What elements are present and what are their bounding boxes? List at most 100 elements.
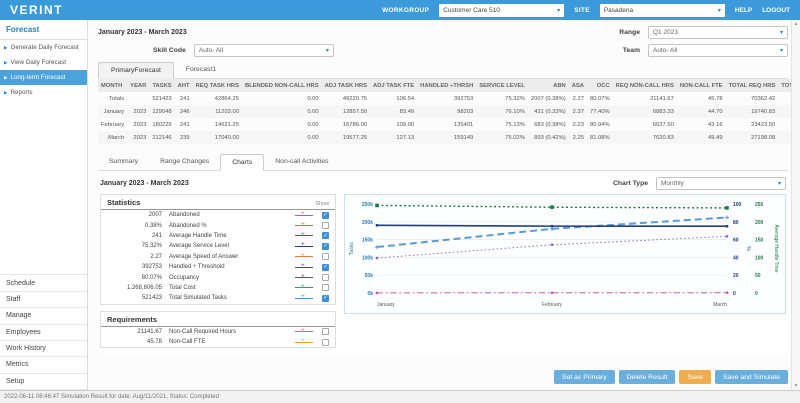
tab-charts[interactable]: Charts xyxy=(220,154,264,171)
column-header-year: YEAR xyxy=(127,79,149,92)
stat-row-non-call-fte: 45.78Non-Call FTE+ xyxy=(101,337,335,347)
show-checkbox-non-call-fte[interactable] xyxy=(322,339,329,346)
site-select[interactable]: Pasadena ▾ xyxy=(600,4,725,17)
table-cell: 241 xyxy=(175,92,193,105)
logout-link[interactable]: LOGOUT xyxy=(762,7,790,14)
tab-summary[interactable]: Summary xyxy=(98,154,149,170)
range-select[interactable]: Q1 2023 ▾ xyxy=(648,26,788,39)
sidebar-item-metrics[interactable]: Metrics xyxy=(0,357,87,373)
tab-primaryforecast[interactable]: PrimaryForecast xyxy=(98,62,174,79)
sidebar-item-reports[interactable]: ▶Reports xyxy=(0,85,87,100)
sidebar-item-view-daily-forecast[interactable]: ▶View Daily Forecast xyxy=(0,55,87,70)
scroll-down-icon[interactable]: ▼ xyxy=(794,383,799,389)
sidebar-item-employees[interactable]: Employees xyxy=(0,325,87,341)
button-delete-result[interactable]: Delete Result xyxy=(619,370,676,384)
table-cell: 23423.50 xyxy=(726,118,779,131)
chevron-right-icon: ▶ xyxy=(4,90,7,96)
workgroup-select[interactable]: Customer Care 510 ▾ xyxy=(439,4,564,17)
table-cell: 893 (0.42%) xyxy=(528,131,569,144)
show-checkbox-average-service-level[interactable]: ✓ xyxy=(322,243,329,250)
table-cell: 431 (0.33%) xyxy=(528,105,569,118)
sidebar-item-setup[interactable]: Setup xyxy=(0,374,87,390)
table-cell: 80.07% xyxy=(587,92,613,105)
stat-row-average-speed-of-answer: 2.27Average Speed of Answer+ xyxy=(101,252,335,262)
button-set-as-primary[interactable]: Set as Primary xyxy=(554,370,615,384)
forecast-table: MONTHYEARTASKSAHTREQ TASK HRSBLENDED NON… xyxy=(98,79,800,144)
sidebar-item-generate-daily-forecast[interactable]: ▶Generate Daily Forecast xyxy=(0,40,87,55)
table-cell: January xyxy=(98,105,127,118)
show-checkbox-total-cost[interactable] xyxy=(322,284,329,291)
show-checkbox-average-speed-of-answer[interactable] xyxy=(322,253,329,260)
chevron-right-icon: ▶ xyxy=(4,75,7,81)
team-select[interactable]: Auto- All ▾ xyxy=(648,44,788,57)
table-cell: 129048 xyxy=(149,105,174,118)
show-checkbox-average-handle-time[interactable]: ✓ xyxy=(322,232,329,239)
forecast-tabs: PrimaryForecastForecast1 xyxy=(98,62,788,79)
sidebar-item-staff[interactable]: Staff xyxy=(0,292,87,308)
tab-range-changes[interactable]: Range Changes xyxy=(149,154,220,170)
caret-down-icon: ▾ xyxy=(326,47,329,54)
show-column-label: Show xyxy=(315,201,329,207)
stat-label: Non-Call Required Hours xyxy=(169,329,295,335)
stat-label: Occupancy xyxy=(169,275,295,281)
table-cell: 2023 xyxy=(127,131,149,144)
table-cell: 0.00 xyxy=(242,131,322,144)
sidebar-item-manage[interactable]: Manage xyxy=(0,308,87,324)
chart-panel: 0k50k100k150k200k250k0204060801000501001… xyxy=(344,194,786,314)
table-cell: 76.10% xyxy=(476,105,528,118)
show-checkbox-abandoned[interactable] xyxy=(322,222,329,229)
tab-forecast1[interactable]: Forecast1 xyxy=(174,62,228,78)
table-cell: 180229 xyxy=(149,118,174,131)
table-cell: 42864.25 xyxy=(193,92,242,105)
stat-row-abandoned: 2007Abandoned+✓ xyxy=(101,210,335,220)
column-header-aht: AHT xyxy=(175,79,193,92)
show-checkbox-occupancy[interactable] xyxy=(322,274,329,281)
show-checkbox-non-call-required-hours[interactable] xyxy=(322,328,329,335)
caret-down-icon: ▾ xyxy=(778,180,781,187)
workgroup-value: Customer Care 510 xyxy=(443,7,500,14)
column-header-adj-task-hrs: ADJ TASK HRS xyxy=(322,79,370,92)
stat-value: 392753 xyxy=(107,264,169,270)
table-cell: 75.13% xyxy=(476,118,528,131)
stat-row-non-call-required-hours: 21141.67Non-Call Required Hours+ xyxy=(101,327,335,337)
vertical-scrollbar[interactable]: ▲ ▼ xyxy=(791,20,800,390)
tab-non-call-activities[interactable]: Non-call Activities xyxy=(264,154,339,170)
column-header-req-task-hrs: REQ TASK HRS xyxy=(193,79,242,92)
show-checkbox-handled-threshold[interactable]: ✓ xyxy=(322,264,329,271)
column-header-tasks: TASKS xyxy=(149,79,174,92)
series-line-icon: + xyxy=(295,295,313,302)
stat-value: 21141.67 xyxy=(107,329,169,335)
series-line-icon: + xyxy=(295,328,313,335)
column-header-asa: ASA xyxy=(569,79,587,92)
table-cell: 135401 xyxy=(417,118,476,131)
sidebar-item-work-history[interactable]: Work History xyxy=(0,341,87,357)
series-line-icon: + xyxy=(295,232,313,239)
chevron-right-icon: ▶ xyxy=(4,45,7,51)
stat-label: Handled ÷ Threshold xyxy=(169,264,295,270)
stat-row-average-service-level: 75.32%Average Service Level+✓ xyxy=(101,241,335,251)
help-link[interactable]: HELP xyxy=(735,7,752,14)
svg-text:0: 0 xyxy=(755,291,758,297)
chart-type-select[interactable]: Monthly ▾ xyxy=(656,177,786,190)
skill-code-select[interactable]: Auto- All ▾ xyxy=(194,44,334,57)
range-label: Range xyxy=(619,29,640,36)
scroll-up-icon[interactable]: ▲ xyxy=(794,21,799,27)
series-line-icon: + xyxy=(295,243,313,250)
show-checkbox-abandoned[interactable]: ✓ xyxy=(322,212,329,219)
table-cell: 11203.00 xyxy=(193,105,242,118)
button-save-and-simulate[interactable]: Save and Simulate xyxy=(715,370,788,384)
svg-text:250k: 250k xyxy=(362,202,373,208)
chevron-right-icon: ▶ xyxy=(4,60,7,66)
sidebar-item-schedule[interactable]: Schedule xyxy=(0,275,87,291)
table-cell: 2023 xyxy=(127,118,149,131)
table-cell: February xyxy=(98,118,127,131)
svg-text:60: 60 xyxy=(733,238,739,244)
button-save[interactable]: Save xyxy=(679,370,711,384)
show-checkbox-total-simulated-tasks[interactable]: ✓ xyxy=(322,295,329,302)
sidebar-item-long-term-forecast[interactable]: ▶Long-term Forecast xyxy=(0,70,87,85)
stat-value: 80.07% xyxy=(107,275,169,281)
sidebar-section-forecast[interactable]: Forecast xyxy=(0,20,87,40)
stat-label: Total Cost xyxy=(169,285,295,291)
table-cell: 2007 (0.38%) xyxy=(528,92,569,105)
table-cell: 81.08% xyxy=(587,131,613,144)
